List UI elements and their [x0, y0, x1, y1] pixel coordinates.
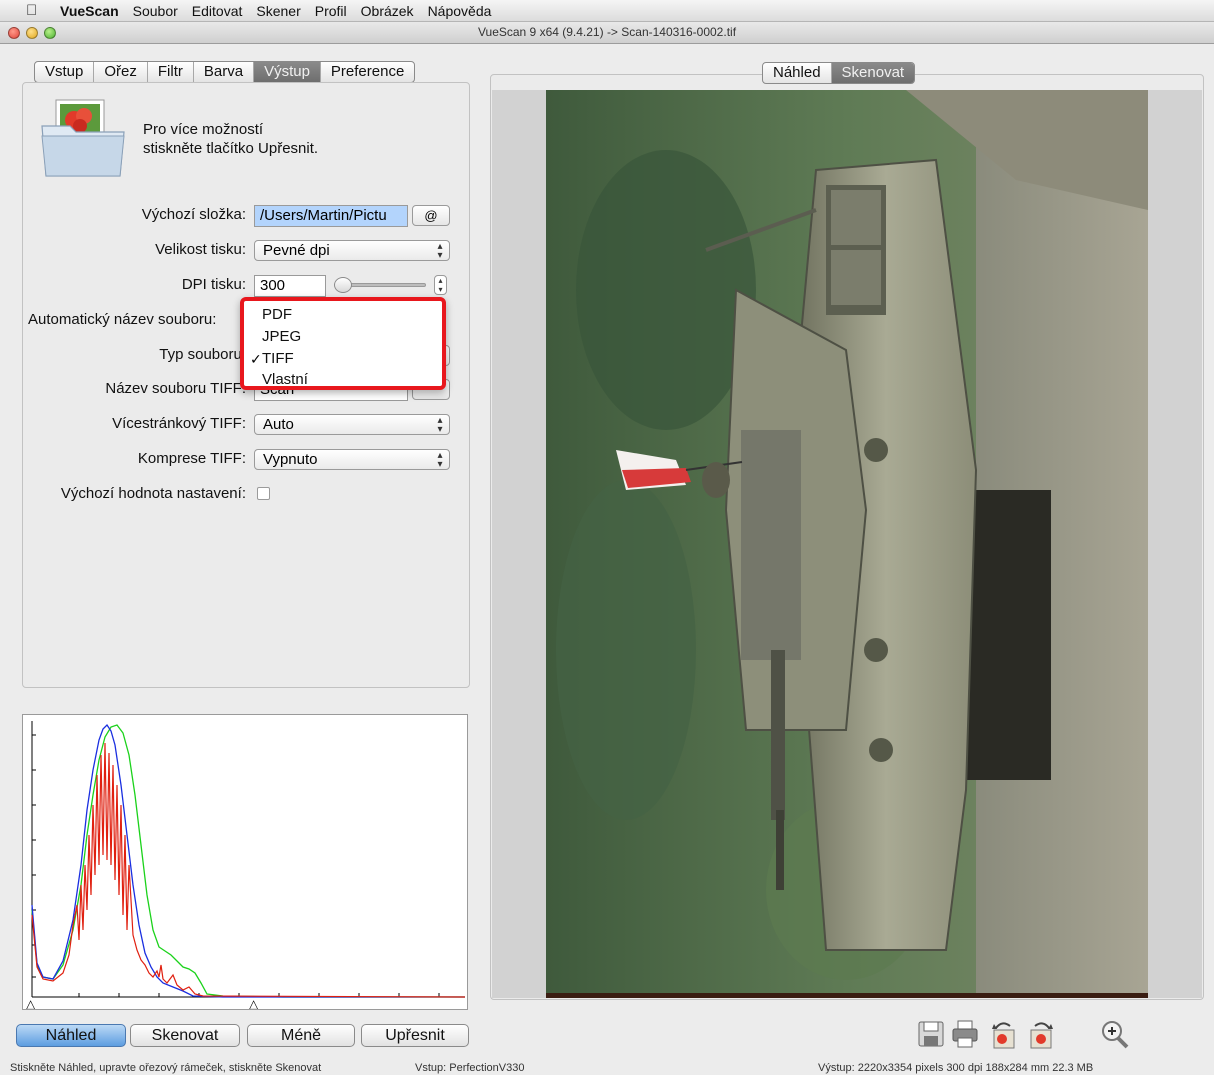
print-dpi-slider-knob[interactable] [334, 277, 352, 293]
default-settings-label: Výchozí hodnota nastavení: [60, 485, 246, 502]
updown-arrows-icon: ▴ ▾ [437, 241, 443, 261]
more-button[interactable]: Upřesnit [361, 1024, 469, 1047]
tab-vstup[interactable]: Vstup [35, 62, 95, 82]
updown-arrows-icon: ▴ ▾ [437, 415, 443, 435]
auto-filename-label: Automatický název souboru: [28, 311, 217, 328]
print-size-value: Pevné dpi [263, 242, 330, 259]
multipage-tiff-label: Vícestránkový TIFF: [112, 415, 246, 432]
menu-vuescan[interactable]: VueScan [60, 3, 119, 19]
menu-option-jpeg[interactable]: JPEG [262, 327, 301, 347]
compression-tiff-select[interactable]: Vypnuto ▴ ▾ [254, 449, 450, 470]
print-icon[interactable] [950, 1018, 980, 1050]
tiff-filename-label: Název souboru TIFF: [105, 380, 246, 397]
tab-skenovat[interactable]: Skenovat [831, 63, 915, 83]
histogram-green-curve [31, 724, 465, 998]
status-input: Vstup: PerfectionV330 [415, 1062, 525, 1074]
scan-button[interactable]: Skenovat [130, 1024, 240, 1047]
rotate-right-icon[interactable] [1027, 1018, 1057, 1050]
zoom-icon[interactable] [1100, 1018, 1130, 1050]
window-title: VueScan 9 x64 (9.4.21) -> Scan-140316-00… [477, 25, 737, 39]
hint-line-1: Pro více možností [143, 121, 264, 138]
status-output: Výstup: 2220x3354 pixels 300 dpi 188x284… [818, 1062, 1094, 1074]
menu-bar:  VueScan Soubor Editovat Skener Profil … [0, 0, 1214, 22]
menu-option-vlastni[interactable]: Vlastní [262, 370, 308, 390]
menu-profil[interactable]: Profil [315, 3, 347, 19]
histogram-axes [31, 721, 465, 998]
histogram-red-curve [31, 742, 466, 998]
tab-vystup[interactable]: Výstup [254, 62, 321, 82]
advanced-options-hint: Pro více možností stiskněte tlačítko Upř… [143, 120, 318, 158]
preview-button[interactable]: Náhled [16, 1024, 126, 1047]
compression-tiff-value: Vypnuto [263, 451, 318, 468]
menu-obrazek[interactable]: Obrázek [361, 3, 414, 19]
print-dpi-label: DPI tisku: [181, 276, 246, 293]
menu-editovat[interactable]: Editovat [192, 3, 243, 19]
histogram-right-marker[interactable]: △ [249, 997, 259, 1011]
apple-logo-icon[interactable]:  [26, 2, 44, 19]
menu-skener[interactable]: Skener [256, 3, 300, 19]
print-dpi-field[interactable]: 300 [254, 275, 326, 297]
preview-tabs: Náhled Skenovat [762, 62, 916, 84]
tab-nahled[interactable]: Náhled [763, 63, 832, 83]
settings-tabs: Vstup Ořez Filtr Barva Výstup Preference [34, 61, 416, 83]
save-icon[interactable] [916, 1018, 946, 1050]
menu-napoveda[interactable]: Nápověda [428, 3, 492, 19]
tab-barva[interactable]: Barva [194, 62, 255, 82]
print-dpi-stepper[interactable]: ▴ ▾ [434, 275, 447, 295]
file-type-label: Typ souboru: [159, 346, 246, 363]
multipage-tiff-value: Auto [263, 416, 294, 433]
updown-arrows-icon: ▴ ▾ [437, 450, 443, 470]
scanned-photo-tank [546, 90, 1148, 998]
histogram-blue-curve [31, 723, 465, 998]
default-folder-field[interactable]: /Users/Martin/Pictu [254, 205, 408, 227]
print-size-label: Velikost tisku: [155, 241, 246, 258]
menu-option-pdf[interactable]: PDF [262, 305, 292, 325]
window-titlebar: VueScan 9 x64 (9.4.21) -> Scan-140316-00… [0, 22, 1214, 44]
histogram-panel: △ △ [22, 714, 468, 1011]
print-size-select[interactable]: Pevné dpi ▴ ▾ [254, 240, 450, 261]
tab-preference[interactable]: Preference [321, 62, 414, 82]
default-folder-label: Výchozí složka: [141, 206, 246, 223]
compression-tiff-label: Komprese TIFF: [137, 450, 246, 467]
histogram-left-marker[interactable]: △ [26, 997, 36, 1011]
multipage-tiff-select[interactable]: Auto ▴ ▾ [254, 414, 450, 435]
histogram-chart: △ △ [26, 721, 466, 1011]
menu-soubor[interactable]: Soubor [133, 3, 178, 19]
status-hint: Stiskněte Náhled, upravte ořezový rámeče… [10, 1062, 322, 1074]
hint-line-2: stiskněte tlačítko Upřesnit. [143, 140, 319, 157]
rotate-left-icon[interactable] [988, 1018, 1018, 1050]
tab-filtr[interactable]: Filtr [148, 62, 194, 82]
folder-icon [41, 99, 125, 177]
checkmark-icon: ✓ [250, 351, 262, 367]
file-type-menu: PDF JPEG ✓ TIFF Vlastní [240, 297, 446, 390]
tab-orez[interactable]: Ořez [94, 62, 148, 82]
less-button[interactable]: Méně [247, 1024, 355, 1047]
scanned-image[interactable] [546, 90, 1148, 998]
default-settings-checkbox[interactable] [257, 487, 270, 500]
menu-option-tiff[interactable]: TIFF [262, 349, 294, 369]
choose-folder-button[interactable]: @ [412, 205, 450, 226]
